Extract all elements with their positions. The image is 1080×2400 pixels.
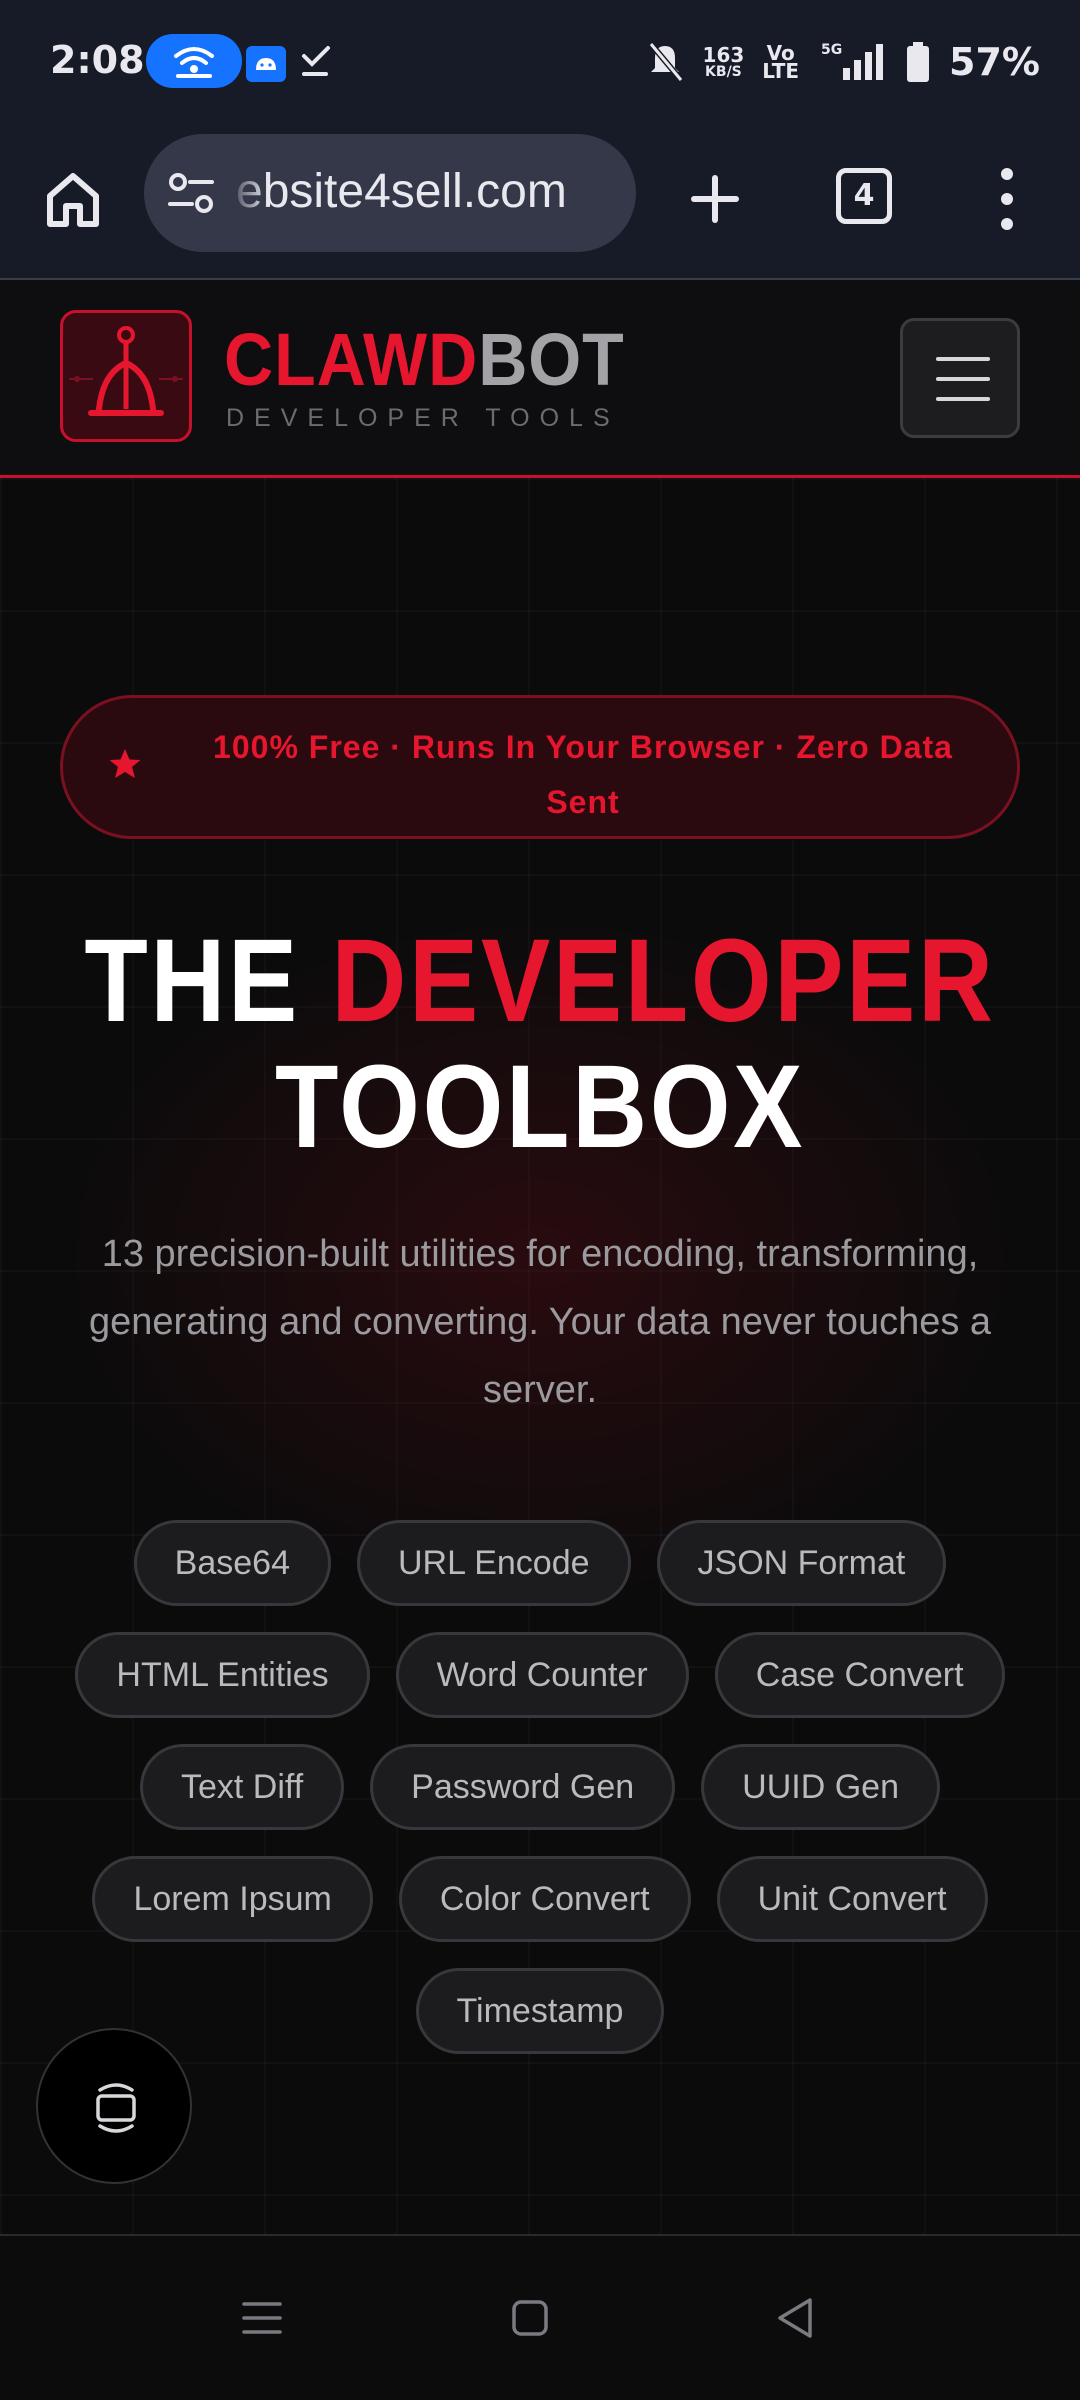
title-word-toolbox: TOOLBOX [274, 1041, 806, 1173]
brand-name[interactable]: CLAWDBOT [224, 320, 625, 400]
brand-tagline: DEVELOPER TOOLS [226, 404, 620, 432]
battery-icon [907, 42, 930, 82]
back-icon[interactable] [766, 2288, 826, 2348]
site-header: CLAWDBOT DEVELOPER TOOLS [0, 280, 1080, 478]
hero-title: THE DEVELOPER TOOLBOX [65, 918, 1015, 1170]
home-button[interactable] [38, 164, 108, 234]
hamburger-line [936, 377, 990, 381]
hotspot-icon [146, 34, 242, 88]
star-icon [109, 749, 141, 778]
net-speed-unit: KB/S [705, 64, 742, 80]
hero-section: 100% Free · Runs In Your Browser · Zero … [0, 478, 1080, 2234]
logo[interactable] [60, 310, 192, 442]
tool-chips: Base64 URL Encode JSON Format HTML Entit… [60, 1520, 1020, 2054]
floating-action-button[interactable] [36, 2028, 192, 2184]
volte-indicator: Vo LTE [762, 43, 800, 83]
chip-html-entities[interactable]: HTML Entities [75, 1632, 370, 1718]
system-nav-bar [0, 2234, 1080, 2400]
status-time: 2:08 [50, 38, 145, 82]
net-speed: 163 KB/S [703, 45, 745, 79]
more-vert-icon[interactable] [990, 162, 1024, 236]
chip-text-diff[interactable]: Text Diff [139, 1744, 345, 1830]
claw-logo-icon [69, 326, 183, 416]
hamburger-line [936, 397, 990, 401]
recents-icon[interactable] [232, 2288, 292, 2348]
chip-uuid-gen[interactable]: UUID Gen [701, 1744, 940, 1830]
chip-url-encode[interactable]: URL Encode [357, 1520, 631, 1606]
chip-timestamp[interactable]: Timestamp [415, 1968, 665, 2054]
title-word-developer: DEVELOPER [331, 915, 996, 1047]
hamburger-line [936, 357, 990, 361]
check-icon [298, 40, 334, 80]
chip-color-convert[interactable]: Color Convert [398, 1856, 691, 1942]
title-word-the: THE [84, 915, 300, 1047]
net-speed-value: 163 [702, 43, 745, 67]
mute-icon [648, 42, 683, 82]
chip-password-gen[interactable]: Password Gen [370, 1744, 676, 1830]
plus-icon [691, 175, 739, 223]
menu-button[interactable] [900, 318, 1020, 438]
tabs-icon[interactable]: 4 [836, 168, 892, 224]
chip-json-format[interactable]: JSON Format [656, 1520, 947, 1606]
badge-text: 100% Free · Runs In Your Browser · Zero … [213, 729, 953, 820]
url-fade [228, 134, 268, 252]
brand-name-red: CLAWD [224, 318, 479, 401]
signal-icon: 5G [821, 42, 884, 80]
chip-case-convert[interactable]: Case Convert [714, 1632, 1005, 1718]
new-tab-button[interactable] [680, 164, 750, 234]
free-badge: 100% Free · Runs In Your Browser · Zero … [60, 695, 1020, 839]
battery-percent: 57% [949, 40, 1040, 84]
site-settings-icon[interactable] [166, 168, 216, 218]
home-square-icon[interactable] [500, 2288, 560, 2348]
volte-bottom: LTE [762, 59, 800, 83]
browser-toolbar: ebsite4sell.com 4 [0, 126, 1080, 280]
address-bar[interactable]: ebsite4sell.com [144, 134, 636, 252]
chip-lorem-ipsum[interactable]: Lorem Ipsum [92, 1856, 373, 1942]
brand-name-grey: BOT [478, 318, 625, 401]
status-bar: 2:08 163 KB/S Vo LTE 5G 57% [0, 0, 1080, 126]
status-right: 163 KB/S Vo LTE 5G 57% [645, 36, 1040, 88]
hero-subtitle: 13 precision-built utilities for encodin… [88, 1233, 992, 1411]
chip-word-counter[interactable]: Word Counter [395, 1632, 689, 1718]
android-icon [246, 46, 286, 82]
network-type: 5G [821, 42, 842, 58]
rotate-screen-icon [96, 2083, 136, 2133]
url-text[interactable]: ebsite4sell.com [236, 164, 567, 219]
home-icon [47, 173, 99, 227]
chip-base64[interactable]: Base64 [133, 1520, 331, 1606]
chip-unit-convert[interactable]: Unit Convert [716, 1856, 988, 1942]
